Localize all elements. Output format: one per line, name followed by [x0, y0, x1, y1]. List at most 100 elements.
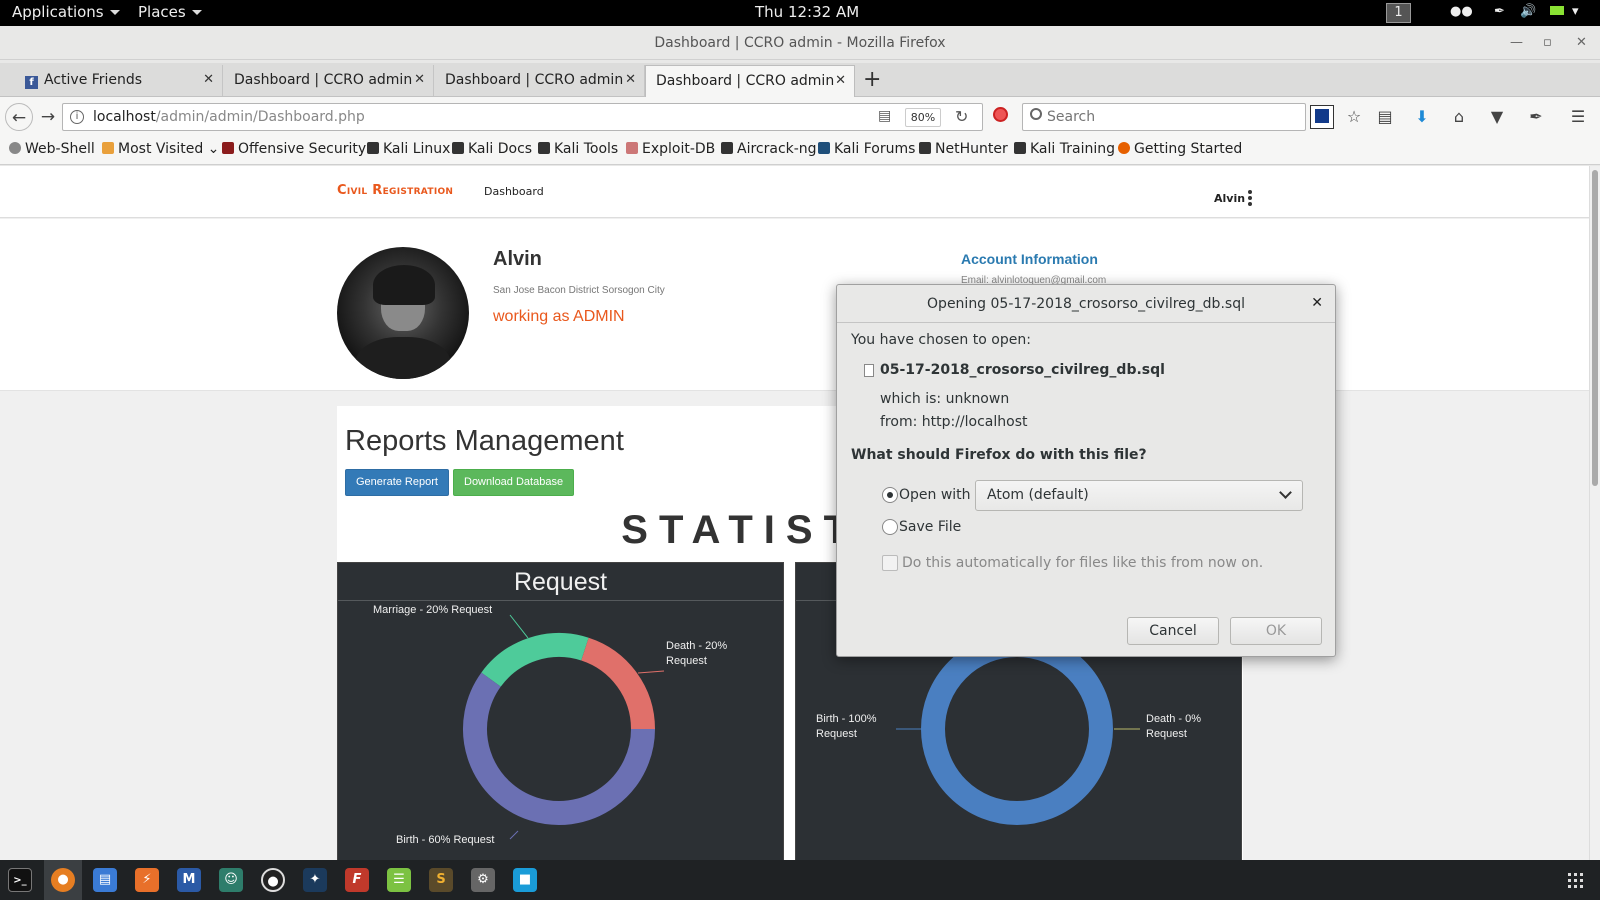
- bookmark-offensive-security[interactable]: Offensive Security: [222, 141, 366, 157]
- close-icon[interactable]: ✕: [1576, 26, 1587, 60]
- taskbar: >_ ● ▤ ⚡ M ☺ ● ✦ F ☰ S ⚙ ■: [0, 860, 1600, 900]
- zoom-indicator[interactable]: 80%: [905, 108, 941, 127]
- bookmark-most-visited[interactable]: Most Visited ⌄: [102, 141, 219, 157]
- download-icon[interactable]: ⬇: [1410, 105, 1434, 129]
- auto-action-checkbox[interactable]: [882, 555, 898, 571]
- open-with-label[interactable]: Open with: [899, 487, 971, 503]
- maltego-icon[interactable]: ●: [261, 868, 285, 892]
- reader-view-icon[interactable]: ▤: [878, 108, 891, 124]
- scrollbar-thumb[interactable]: [1592, 170, 1598, 486]
- dialog-file-source: from: http://localhost: [880, 414, 1028, 430]
- kali-dragon-icon: [538, 142, 550, 154]
- eyedropper-icon[interactable]: ✒: [1524, 105, 1548, 129]
- bookmark-nethunter[interactable]: NetHunter: [919, 141, 1008, 157]
- home-icon[interactable]: ⌂: [1447, 105, 1471, 129]
- pocket-icon[interactable]: ▼: [1485, 105, 1509, 129]
- bookmark-web-shell[interactable]: Web-Shell: [9, 141, 95, 157]
- settings-gear-icon[interactable]: ⚙: [471, 868, 495, 892]
- show-apps-icon[interactable]: [1568, 873, 1583, 888]
- addon-icon[interactable]: [988, 105, 1012, 129]
- chevron-down-icon: [1279, 486, 1292, 499]
- new-tab-button[interactable]: +: [863, 67, 881, 92]
- files-icon[interactable]: ▤: [93, 868, 117, 892]
- tab-dashboard-active[interactable]: Dashboard | CCRO admin ✕: [645, 65, 855, 97]
- page-scrollbar[interactable]: [1589, 166, 1600, 860]
- tab-dashboard[interactable]: Dashboard | CCRO admin ✕: [435, 65, 645, 96]
- ok-button[interactable]: OK: [1230, 617, 1322, 645]
- profile-name: Alvin: [493, 248, 542, 270]
- pen-icon[interactable]: ✒: [1494, 4, 1505, 19]
- reload-icon[interactable]: ↻: [955, 107, 968, 126]
- tab-dashboard[interactable]: Dashboard | CCRO admin ✕: [224, 65, 434, 96]
- file-open-dialog: Opening 05-17-2018_crosorso_civilreg_db.…: [836, 284, 1336, 657]
- bookmark-getting-started[interactable]: Getting Started: [1118, 141, 1242, 157]
- close-tab-icon[interactable]: ✕: [414, 72, 425, 87]
- donut-slice-marriage[interactable]: [481, 633, 589, 688]
- url-bar[interactable]: i localhost/admin/admin/Dashboard.php ▤ …: [62, 103, 983, 131]
- download-database-button[interactable]: Download Database: [453, 469, 575, 496]
- close-tab-icon[interactable]: ✕: [625, 72, 636, 87]
- close-tab-icon[interactable]: ✕: [203, 72, 214, 87]
- forward-button[interactable]: →: [33, 103, 63, 131]
- donut-label-death: Death - 0% Request: [1146, 713, 1201, 740]
- clock[interactable]: Thu 12:32 AM: [755, 3, 859, 21]
- terminal-icon[interactable]: >_: [8, 868, 32, 892]
- screenshot-icon[interactable]: [1310, 105, 1334, 129]
- chevron-down-icon[interactable]: ▾: [1572, 4, 1579, 19]
- tab-active-friends[interactable]: f Active Friends ✕: [15, 65, 223, 96]
- request-donut-svg: Marriage - 20% Request Death - 20% Request…: [373, 604, 727, 846]
- bookmark-kali-forums[interactable]: Kali Forums: [818, 141, 915, 157]
- applications-menu[interactable]: Applications: [12, 3, 120, 21]
- armitage-icon[interactable]: ☺: [219, 868, 243, 892]
- burpsuite-icon[interactable]: ⚡: [135, 868, 159, 892]
- system-monitor-icon[interactable]: ■: [513, 868, 537, 892]
- nav-dashboard-link[interactable]: Dashboard: [484, 185, 544, 198]
- metasploit-icon[interactable]: M: [177, 868, 201, 892]
- battery-icon[interactable]: [1550, 4, 1564, 19]
- open-with-radio[interactable]: [882, 487, 898, 503]
- site-brand[interactable]: Civil Registration: [337, 183, 453, 198]
- donut-slice-death[interactable]: [580, 637, 655, 730]
- auto-action-label[interactable]: Do this automatically for files like thi…: [902, 555, 1263, 571]
- save-file-label[interactable]: Save File: [899, 519, 961, 535]
- save-file-radio[interactable]: [882, 519, 898, 535]
- sublime-icon[interactable]: S: [429, 868, 453, 892]
- bookmark-kali-training[interactable]: Kali Training: [1014, 141, 1115, 157]
- search-input[interactable]: [1047, 107, 1297, 127]
- places-menu[interactable]: Places: [138, 3, 202, 21]
- donut-label-marriage: Marriage - 20% Request: [373, 604, 492, 616]
- search-bar[interactable]: [1022, 103, 1306, 131]
- people-icon[interactable]: ●●: [1450, 4, 1473, 19]
- bookmark-aircrack-ng[interactable]: Aircrack-ng: [721, 141, 817, 157]
- library-icon[interactable]: ▤: [1373, 105, 1397, 129]
- maximize-icon[interactable]: ▫: [1543, 26, 1552, 60]
- info-icon[interactable]: i: [70, 110, 84, 124]
- firefox-icon[interactable]: ●: [51, 868, 75, 892]
- gnome-top-bar: Applications Places Thu 12:32 AM 1 ●● ✒ …: [0, 0, 1600, 26]
- generate-report-button[interactable]: Generate Report: [345, 469, 449, 496]
- donut-slice-birth[interactable]: [463, 672, 655, 825]
- workspace-indicator[interactable]: 1: [1386, 3, 1411, 23]
- close-icon[interactable]: ✕: [1311, 295, 1323, 311]
- faraday-icon[interactable]: F: [345, 868, 369, 892]
- notes-icon[interactable]: ☰: [387, 868, 411, 892]
- bookmark-exploit-db[interactable]: Exploit-DB: [626, 141, 715, 157]
- back-button[interactable]: ←: [5, 103, 33, 131]
- cancel-button[interactable]: Cancel: [1127, 617, 1219, 645]
- close-tab-icon[interactable]: ✕: [835, 73, 846, 88]
- bookmark-kali-linux[interactable]: Kali Linux: [367, 141, 450, 157]
- donut-slice-birth[interactable]: [921, 633, 1113, 825]
- bookmark-kali-tools[interactable]: Kali Tools: [538, 141, 618, 157]
- bookmark-kali-docs[interactable]: Kali Docs: [452, 141, 532, 157]
- application-select[interactable]: Atom (default): [975, 480, 1303, 511]
- bookmark-star-icon[interactable]: ☆: [1342, 105, 1366, 129]
- user-menu-name[interactable]: Alvin: [1214, 192, 1245, 205]
- hamburger-menu-icon[interactable]: ☰: [1566, 105, 1590, 129]
- volume-icon[interactable]: 🔊: [1520, 4, 1536, 19]
- kali-dragon-icon: [919, 142, 931, 154]
- minimize-icon[interactable]: —: [1510, 26, 1523, 60]
- kebab-menu-icon[interactable]: [1248, 190, 1252, 206]
- window-title: Dashboard | CCRO admin - Mozilla Firefox: [654, 35, 946, 51]
- beef-icon[interactable]: ✦: [303, 868, 327, 892]
- profile-role: working as ADMIN: [493, 308, 625, 325]
